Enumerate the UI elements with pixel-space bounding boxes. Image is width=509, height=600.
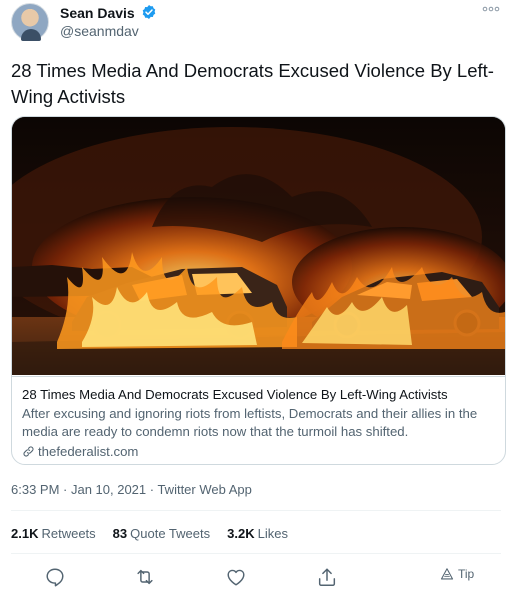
tweet-header: Sean Davis @seanmdav (11, 3, 501, 43)
divider (11, 553, 501, 554)
tweet-stats: 2.1K Retweets 83 Quote Tweets 3.2K Likes (11, 526, 288, 541)
likes-label: Likes (257, 526, 288, 541)
card-title[interactable]: 28 Times Media And Democrats Excused Vio… (22, 386, 495, 403)
likes-count: 3.2K (227, 526, 255, 541)
card-domain-text[interactable]: thefederalist.com (38, 444, 138, 459)
card-body[interactable]: 28 Times Media And Democrats Excused Vio… (12, 376, 505, 459)
author-name[interactable]: Sean Davis (60, 5, 135, 21)
card-description: After excusing and ignoring riots from l… (22, 406, 478, 439)
divider (11, 510, 501, 511)
tweet-text: 28 Times Media And Democrats Excused Vio… (11, 60, 494, 107)
link-card[interactable]: 28 Times Media And Democrats Excused Vio… (11, 116, 506, 465)
author-handle[interactable]: @seanmdav (60, 23, 139, 39)
retweets-count: 2.1K (11, 526, 39, 541)
link-icon (23, 446, 34, 457)
tip-icon (440, 568, 454, 580)
quotes-count: 83 (112, 526, 128, 541)
retweets-label: Retweets (41, 526, 96, 541)
tweet-timestamp[interactable]: 6:33 PM · Jan 10, 2021 · Twitter Web App (11, 482, 252, 497)
tip-label: Tip (458, 567, 475, 581)
likes-stat[interactable]: 3.2K Likes (227, 526, 288, 541)
tip-button[interactable]: Tip (440, 567, 474, 581)
author-avatar[interactable] (11, 3, 49, 41)
quotes-label: Quote Tweets (130, 526, 211, 541)
like-icon[interactable] (225, 566, 247, 588)
retweets-stat[interactable]: 2.1K Retweets (11, 526, 96, 541)
quote-tweets-stat[interactable]: 83 Quote Tweets (113, 526, 210, 541)
card-image[interactable] (12, 117, 505, 375)
verified-badge-icon (142, 5, 156, 19)
card-domain[interactable]: thefederalist.com (22, 444, 495, 459)
more-options-icon[interactable] (481, 1, 501, 17)
share-icon[interactable] (316, 566, 338, 588)
reply-icon[interactable] (44, 566, 66, 588)
retweet-icon[interactable] (134, 566, 156, 588)
burning-cars-photo (12, 117, 505, 375)
tweet-actions: Tip (0, 566, 509, 590)
